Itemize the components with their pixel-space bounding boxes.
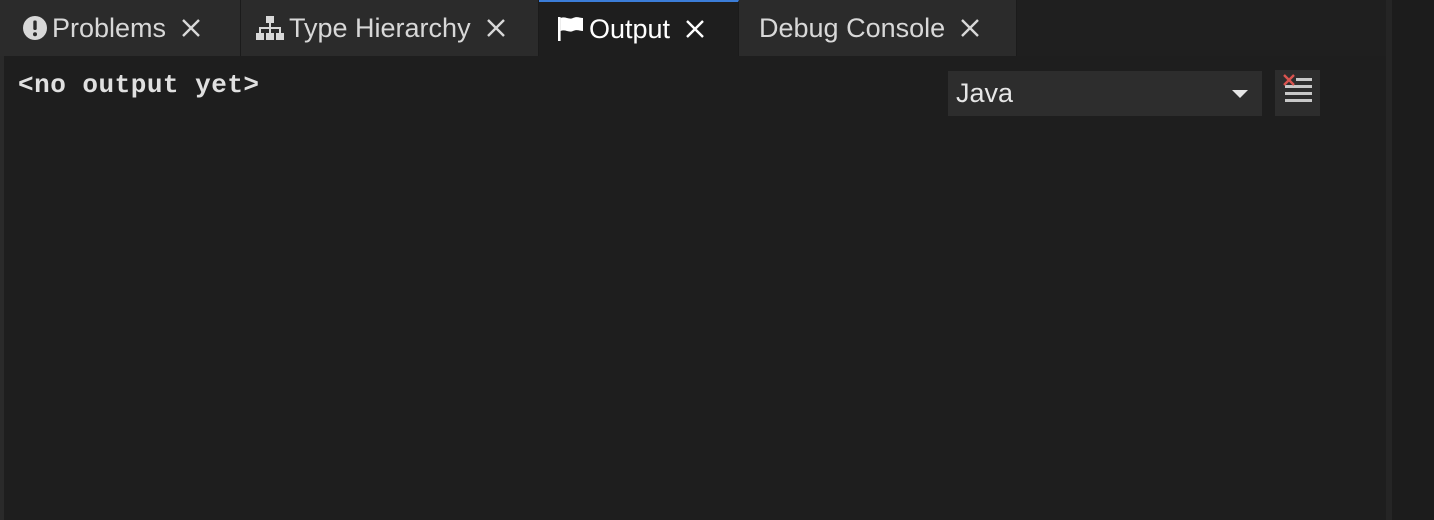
close-icon[interactable] [178, 15, 204, 41]
tab-problems[interactable]: Problems [0, 0, 241, 56]
tab-problems-label: Problems [52, 12, 167, 43]
hierarchy-icon [255, 15, 285, 41]
clear-output-button[interactable] [1275, 70, 1320, 116]
panel-tab-bar: Problems Type Hierarchy Output Debug Con… [0, 0, 1386, 56]
right-side-area [1392, 0, 1434, 520]
flag-icon [557, 16, 585, 42]
tab-type-hierarchy-label: Type Hierarchy [289, 12, 471, 43]
chevron-down-icon [1232, 90, 1248, 98]
output-text: <no output yet> [18, 70, 260, 100]
output-panel: Problems Type Hierarchy Output Debug Con… [0, 0, 1386, 520]
tab-output-label: Output [589, 13, 671, 44]
close-icon[interactable] [483, 15, 509, 41]
tab-debug-console-label: Debug Console [759, 12, 946, 43]
panel-left-border [0, 56, 4, 520]
output-channel-select[interactable]: Java [948, 71, 1262, 116]
alert-circle-icon [22, 15, 48, 41]
tab-debug-console[interactable]: Debug Console [739, 0, 1017, 56]
close-icon[interactable] [682, 16, 708, 42]
tab-type-hierarchy[interactable]: Type Hierarchy [241, 0, 539, 56]
close-icon[interactable] [957, 15, 983, 41]
tab-output[interactable]: Output [539, 0, 739, 56]
output-channel-value: Java [956, 78, 1014, 108]
clear-output-icon [1282, 73, 1314, 113]
